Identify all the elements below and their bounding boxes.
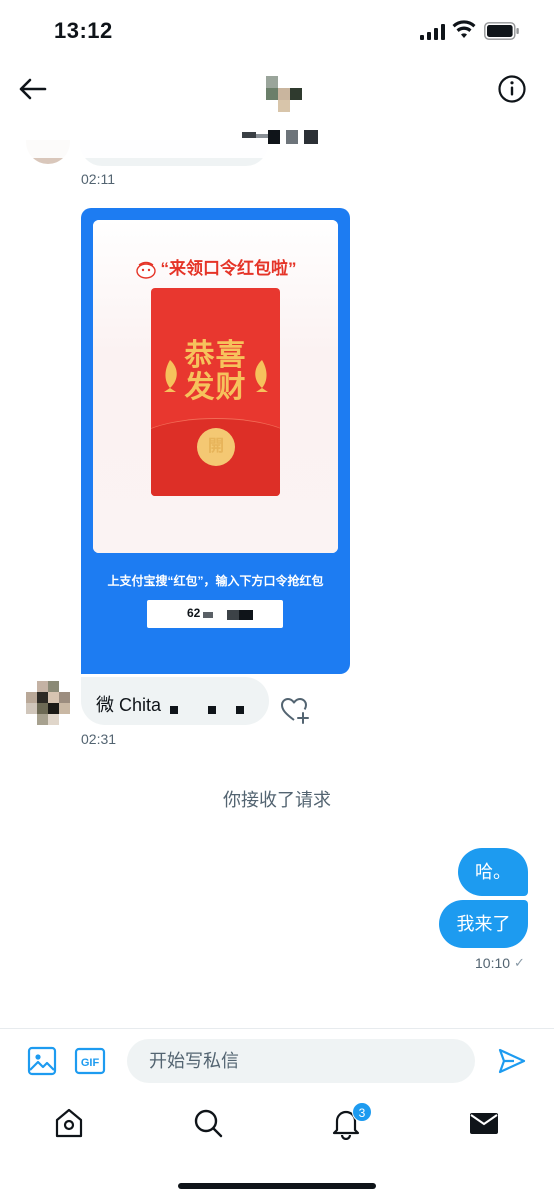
sent-timestamp: 10:10 — [475, 955, 511, 971]
read-receipt-icon: ✓ — [514, 955, 525, 970]
svg-text:GIF: GIF — [81, 1057, 100, 1069]
sent-message-bubble[interactable]: 哈。 — [458, 848, 528, 896]
message-redacted — [170, 706, 244, 714]
card-image: “来领口令红包啦” 恭喜 发财 開 — [93, 220, 338, 553]
image-icon[interactable] — [27, 1046, 57, 1076]
cellular-signal-icon — [420, 24, 445, 40]
shared-red-packet-card[interactable]: “来领口令红包啦” 恭喜 发财 開 上支付宝搜“红包”，输入下方口令抢红包 62 — [81, 208, 350, 674]
message-timestamp: 02:11 — [81, 171, 115, 187]
message-composer: GIF — [0, 1028, 554, 1092]
open-envelope-button[interactable]: 開 — [197, 428, 235, 466]
sender-avatar[interactable] — [26, 681, 70, 725]
mascot-logo-icon — [135, 261, 156, 279]
contact-name-redacted — [242, 130, 318, 144]
wifi-icon — [452, 20, 476, 38]
mail-icon[interactable] — [467, 1106, 501, 1140]
envelope-greeting: 恭喜 发财 — [184, 339, 247, 404]
add-reaction-heart-icon[interactable] — [280, 696, 310, 726]
received-message-text: 微 Chita — [96, 695, 162, 715]
notification-count-badge: 3 — [352, 1102, 372, 1122]
redeem-code-text: 62 — [187, 606, 201, 620]
message-timestamp: 02:31 — [81, 731, 117, 747]
info-icon[interactable] — [497, 74, 527, 104]
sent-message-bubble[interactable]: 我来了 — [439, 900, 528, 948]
received-message-bubble[interactable]: 微 Chita — [81, 677, 269, 725]
home-indicator[interactable] — [178, 1183, 376, 1189]
send-icon[interactable] — [497, 1046, 527, 1076]
system-message: 你接收了请求 — [223, 790, 331, 810]
card-caption: 上支付宝搜“红包”，输入下方口令抢红包 — [107, 574, 324, 588]
message-input[interactable] — [127, 1039, 475, 1083]
battery-icon — [484, 22, 519, 40]
status-time: 13:12 — [54, 18, 113, 43]
gif-icon[interactable]: GIF — [74, 1046, 106, 1076]
red-envelope-image: 恭喜 发财 開 — [151, 288, 280, 496]
contact-avatar[interactable] — [266, 76, 302, 112]
search-icon[interactable] — [191, 1106, 225, 1140]
conversation-header — [0, 62, 554, 158]
home-icon[interactable] — [52, 1106, 86, 1140]
redeem-code-box[interactable]: 62 — [147, 600, 283, 628]
card-title: “来领口令红包啦” — [93, 254, 338, 280]
redeem-code-redacted — [203, 608, 253, 622]
arrow-left-icon[interactable] — [16, 74, 50, 104]
status-bar: 13:12 — [0, 0, 554, 62]
